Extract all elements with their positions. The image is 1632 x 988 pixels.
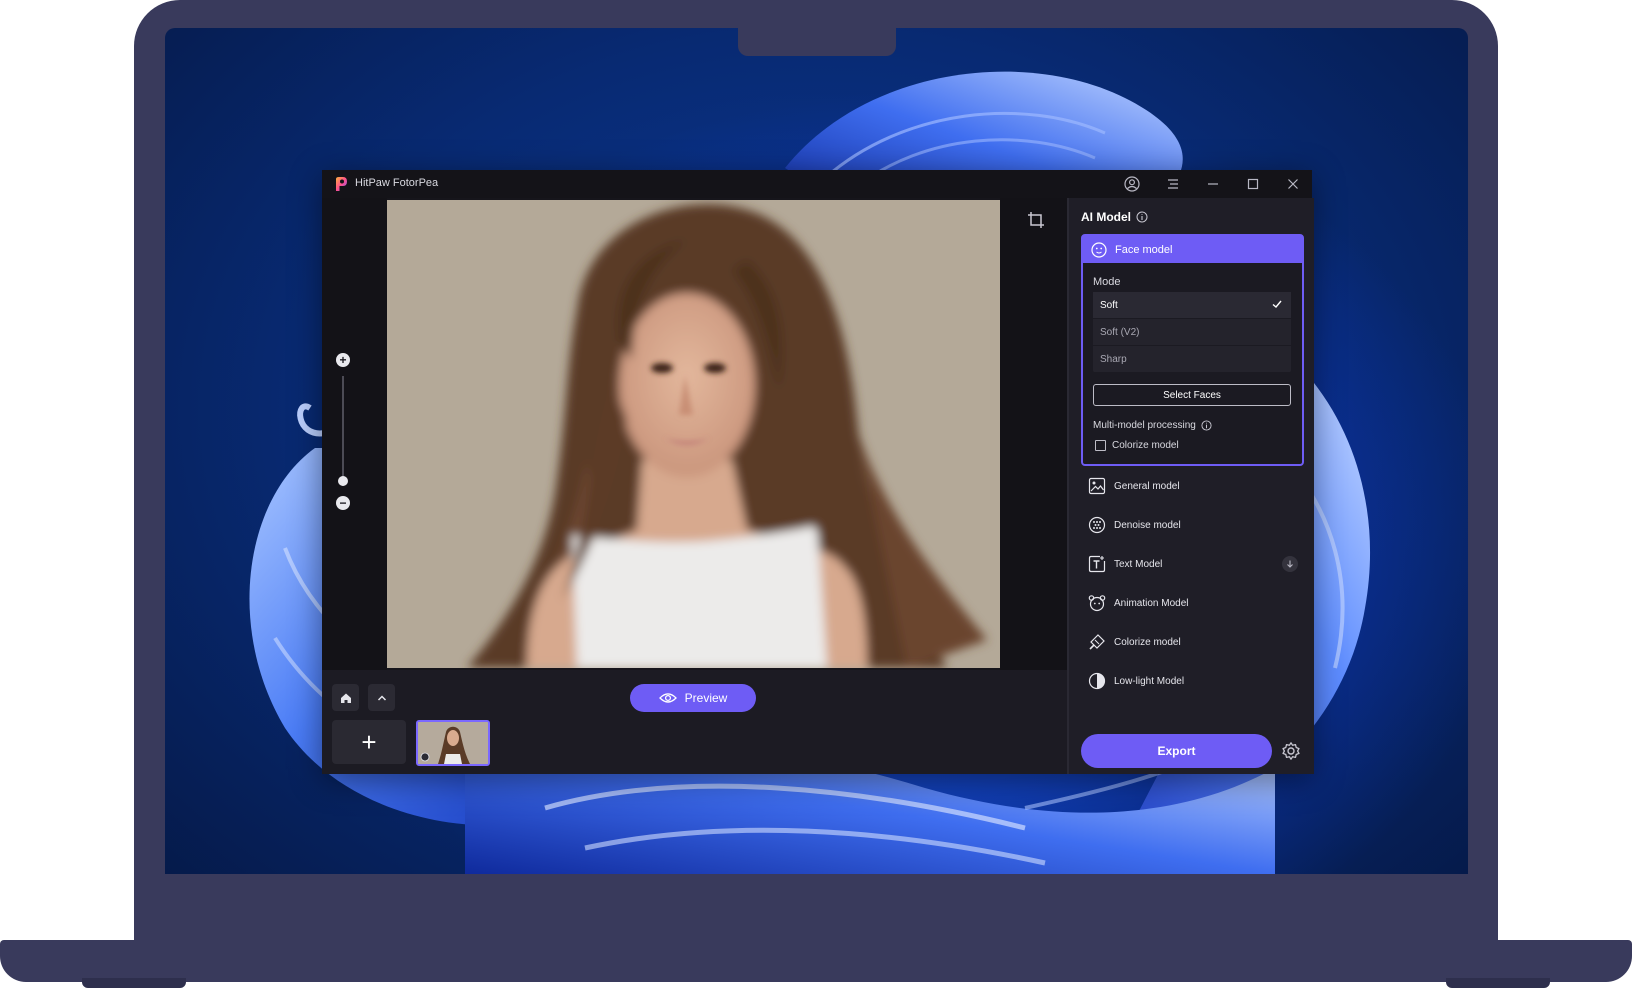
lowlight-icon	[1088, 672, 1106, 690]
portrait-image	[387, 200, 1000, 668]
window-title: HitPaw FotorPea	[355, 177, 439, 189]
bottom-toolbar: Preview +	[322, 670, 1067, 774]
app-logo-icon	[336, 177, 347, 191]
panel-header: AI Model	[1081, 210, 1148, 224]
colorize-icon	[1088, 633, 1106, 651]
info-icon[interactable]	[1201, 420, 1212, 431]
home-button[interactable]	[332, 684, 359, 711]
model-item-text[interactable]: Text Model	[1081, 549, 1300, 579]
info-icon[interactable]	[1136, 211, 1148, 223]
model-item-lowlight[interactable]: Low-light Model	[1081, 666, 1300, 696]
canvas-area: + −	[322, 198, 1067, 670]
text-icon	[1088, 555, 1106, 573]
mode-option-label: Sharp	[1100, 353, 1127, 365]
mode-option-label: Soft	[1100, 299, 1118, 311]
mode-list: Soft Soft (V2) Sharp	[1093, 292, 1291, 373]
title-bar: HitPaw FotorPea	[322, 170, 1312, 198]
image-thumbnail[interactable]	[416, 720, 490, 766]
model-item-denoise[interactable]: Denoise model	[1081, 510, 1300, 540]
mode-label: Mode	[1093, 276, 1121, 288]
model-item-general[interactable]: General model	[1081, 471, 1300, 501]
zoom-slider-track[interactable]	[342, 376, 344, 486]
zoom-out-button[interactable]: −	[336, 496, 350, 510]
colorize-checkbox-label: Colorize model	[1112, 440, 1179, 451]
gear-icon[interactable]	[1281, 741, 1301, 761]
mode-option-label: Soft (V2)	[1100, 326, 1140, 338]
checkmark-icon	[1272, 300, 1282, 308]
multi-model-heading: Multi-model processing	[1093, 420, 1212, 431]
multi-model-label: Multi-model processing	[1093, 420, 1196, 431]
model-item-label: General model	[1114, 480, 1180, 492]
face-model-header[interactable]: Face model	[1083, 236, 1302, 263]
eye-icon	[658, 693, 677, 703]
model-item-colorize[interactable]: Colorize model	[1081, 627, 1300, 657]
zoom-in-button[interactable]: +	[336, 353, 350, 367]
colorize-checkbox-row[interactable]: Colorize model	[1095, 440, 1179, 451]
image-icon	[1088, 477, 1106, 495]
home-icon	[340, 693, 351, 703]
minimize-icon	[1208, 183, 1218, 185]
face-model-card: Face model Mode Soft Soft (V2) Sharp Sel…	[1081, 234, 1304, 466]
chevron-up-icon	[377, 694, 386, 701]
menu-icon	[1168, 179, 1178, 189]
laptop-foot	[82, 978, 186, 988]
export-button[interactable]: Export	[1081, 734, 1272, 768]
close-icon	[1288, 179, 1298, 189]
animation-icon	[1088, 594, 1106, 612]
laptop-base	[0, 940, 1632, 982]
mode-option-soft-v2[interactable]: Soft (V2)	[1093, 319, 1291, 346]
mode-option-soft[interactable]: Soft	[1093, 292, 1291, 319]
camera-notch	[738, 28, 896, 56]
zoom-slider-handle[interactable]	[338, 475, 348, 486]
face-icon	[1091, 241, 1107, 258]
model-item-label: Text Model	[1114, 558, 1163, 570]
crop-icon[interactable]	[1026, 210, 1046, 230]
mode-option-sharp[interactable]: Sharp	[1093, 346, 1291, 373]
ai-model-panel: AI Model Face model Mode Soft Soft (V2) …	[1067, 198, 1314, 774]
model-item-animation[interactable]: Animation Model	[1081, 588, 1300, 618]
tool-rail	[1000, 198, 1067, 670]
download-icon[interactable]	[1282, 556, 1298, 572]
maximize-icon	[1247, 178, 1259, 190]
preview-label: Preview	[684, 691, 728, 705]
face-model-label: Face model	[1115, 243, 1173, 256]
model-item-label: Low-light Model	[1114, 675, 1185, 687]
model-item-label: Denoise model	[1114, 519, 1181, 531]
photo-preview	[387, 200, 1000, 668]
select-faces-button[interactable]: Select Faces	[1093, 384, 1291, 406]
thumbnail-image	[418, 722, 488, 764]
account-button[interactable]	[1119, 172, 1145, 196]
model-item-label: Animation Model	[1114, 597, 1189, 609]
zoom-rail: + −	[322, 198, 387, 670]
denoise-icon	[1088, 516, 1106, 534]
colorize-checkbox[interactable]	[1095, 440, 1106, 451]
laptop-foot	[1446, 978, 1550, 988]
panel-title: AI Model	[1081, 210, 1131, 224]
minimize-button[interactable]	[1200, 172, 1226, 196]
close-button[interactable]	[1280, 172, 1306, 196]
user-icon	[1124, 176, 1140, 192]
preview-button[interactable]: Preview	[630, 684, 756, 712]
model-item-label: Colorize model	[1114, 636, 1181, 648]
add-image-button[interactable]: +	[332, 720, 406, 764]
maximize-button[interactable]	[1240, 172, 1266, 196]
collapse-button[interactable]	[368, 684, 395, 711]
menu-button[interactable]	[1160, 172, 1186, 196]
app-window: HitPaw FotorPea + − Preview + AI Model F…	[322, 170, 1314, 774]
